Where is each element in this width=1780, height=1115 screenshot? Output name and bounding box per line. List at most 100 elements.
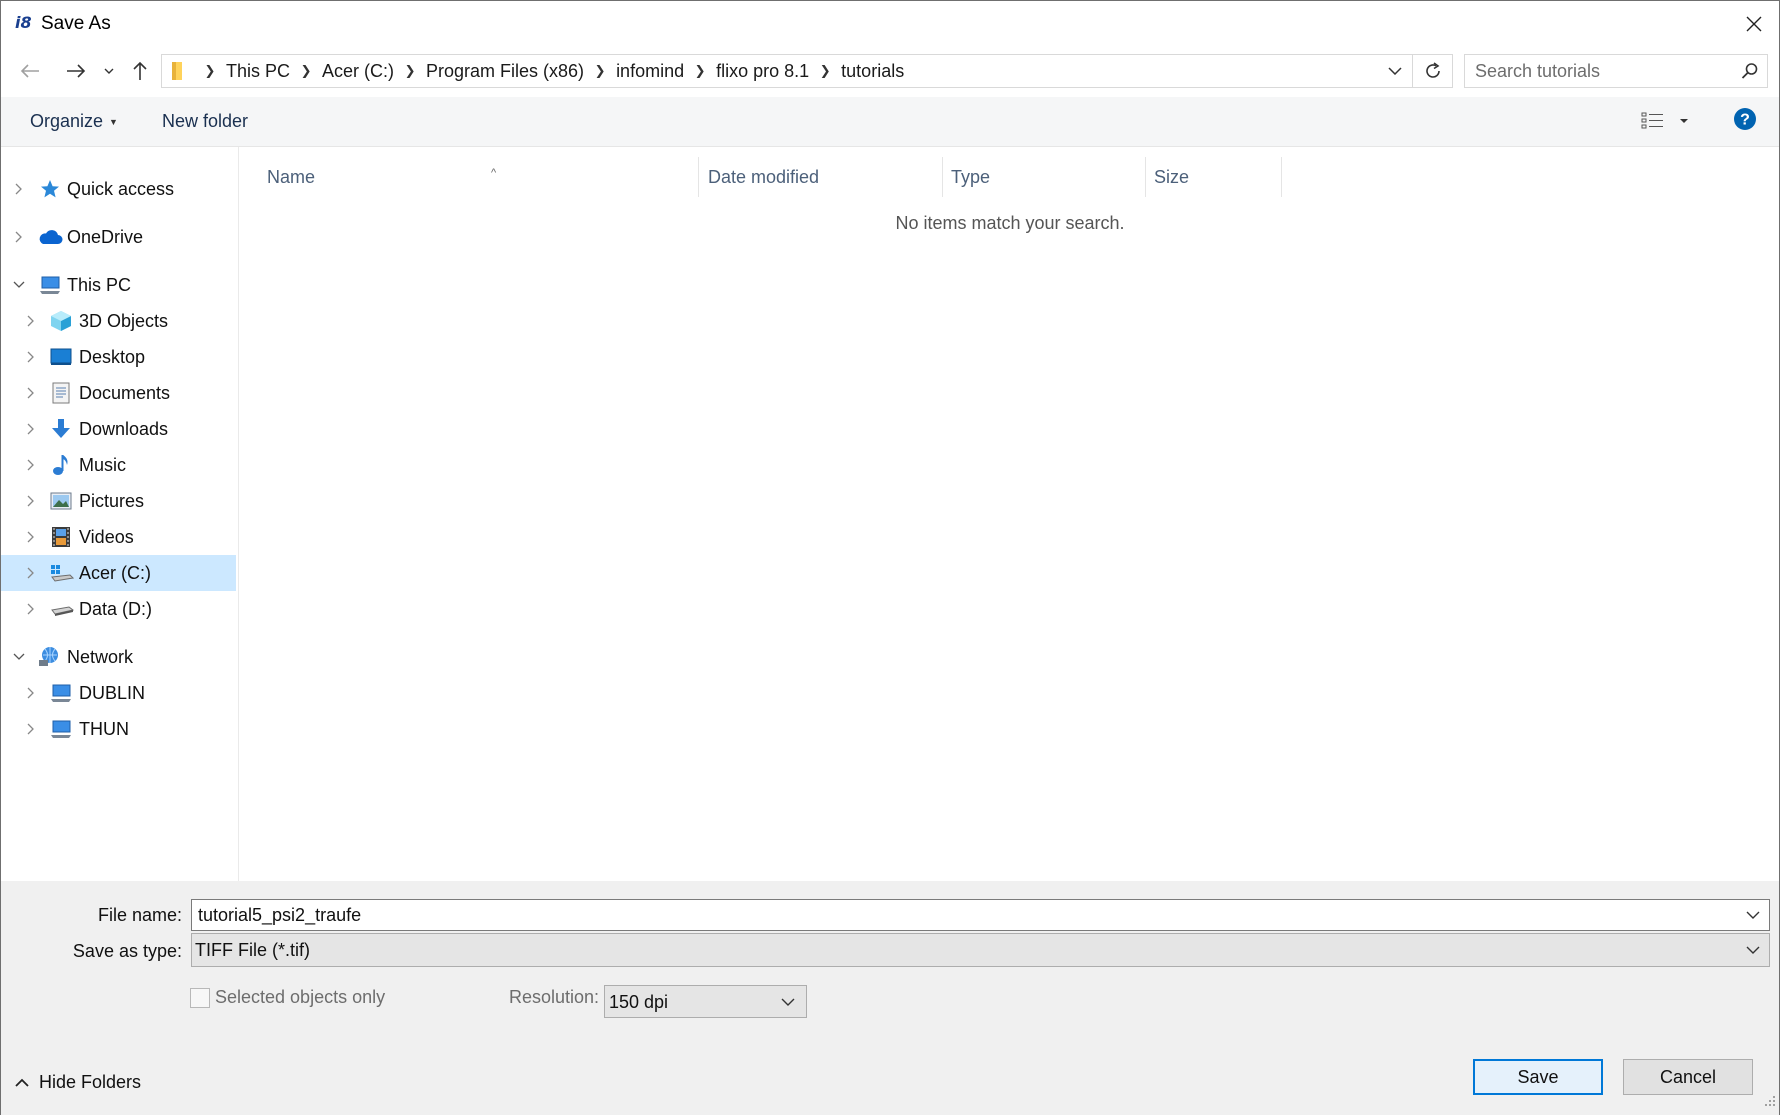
search-input[interactable] [1475, 59, 1725, 83]
chevron-right-icon[interactable] [12, 230, 26, 244]
chevron-right-icon[interactable] [24, 494, 38, 508]
breadcrumb-item[interactable]: tutorials [839, 61, 906, 82]
sidebar-item-data-d[interactable]: Data (D:) [1, 591, 236, 627]
sidebar-item-thun[interactable]: THUN [1, 711, 236, 747]
film-icon [50, 526, 72, 548]
chevron-down-icon[interactable] [12, 650, 26, 664]
breadcrumb-separator-icon[interactable]: ❯ [586, 63, 614, 79]
recent-locations-button[interactable] [97, 55, 121, 87]
forward-button[interactable] [61, 55, 91, 87]
arrow-up-icon [133, 61, 147, 80]
column-header-size[interactable]: Size [1146, 157, 1282, 197]
sidebar-item-onedrive[interactable]: OneDrive [1, 219, 236, 255]
document-icon [50, 382, 72, 404]
sidebar-item-dublin[interactable]: DUBLIN [1, 675, 236, 711]
column-header-label: Name [267, 167, 316, 187]
file-list: ^ Name Date modified Type Size No items … [240, 147, 1779, 881]
breadcrumb: ❯ This PC ❯ Acer (C:) ❯ Program Files (x86) ❯ i… [196, 55, 906, 87]
sidebar-item-label: This PC [67, 274, 132, 295]
breadcrumb-separator-icon[interactable]: ❯ [686, 63, 714, 79]
search-icon[interactable] [1741, 62, 1759, 85]
windows-drive-icon [50, 562, 74, 584]
new-folder-button[interactable]: New folder [162, 97, 248, 145]
save-as-type-select[interactable]: TIFF File (*.tif) [191, 933, 1770, 967]
chevron-right-icon[interactable] [24, 722, 38, 736]
sidebar-item-3d-objects[interactable]: 3D Objects [1, 303, 236, 339]
chevron-down-icon[interactable] [1743, 900, 1763, 930]
empty-message: No items match your search. [895, 213, 1125, 233]
breadcrumb-separator-icon[interactable]: ❯ [292, 63, 320, 79]
sidebar-item-music[interactable]: Music [1, 447, 236, 483]
sidebar-item-pictures[interactable]: Pictures [1, 483, 236, 519]
cancel-button[interactable]: Cancel [1623, 1059, 1753, 1095]
column-header-label: Date modified [708, 167, 820, 187]
search-box[interactable] [1464, 54, 1768, 88]
sort-ascending-icon: ^ [491, 167, 497, 179]
refresh-button[interactable] [1412, 55, 1452, 87]
desktop-icon [50, 346, 72, 368]
column-header-date-modified[interactable]: Date modified [700, 157, 943, 197]
computer-icon [50, 682, 72, 704]
column-header-name[interactable]: ^ Name [259, 157, 699, 197]
sidebar-item-documents[interactable]: Documents [1, 375, 236, 411]
chevron-right-icon[interactable] [24, 386, 38, 400]
chevron-right-icon[interactable] [24, 566, 38, 580]
address-history-dropdown[interactable] [1382, 55, 1408, 87]
chevron-right-icon[interactable] [24, 602, 38, 616]
save-as-type-value: TIFF File (*.tif) [195, 940, 310, 960]
chevron-right-icon[interactable] [24, 350, 38, 364]
chevron-right-icon[interactable] [12, 182, 26, 196]
sidebar-item-label: Acer (C:) [79, 562, 151, 583]
help-button[interactable]: ? [1733, 107, 1757, 136]
save-button[interactable]: Save [1473, 1059, 1603, 1095]
chevron-down-icon[interactable] [778, 986, 798, 1017]
breadcrumb-separator-icon[interactable]: ❯ [811, 63, 839, 79]
sidebar-item-videos[interactable]: Videos [1, 519, 236, 555]
chevron-right-icon[interactable] [24, 686, 38, 700]
breadcrumb-item[interactable]: Program Files (x86) [424, 61, 586, 82]
chevron-right-icon[interactable] [24, 530, 38, 544]
breadcrumb-item[interactable]: infomind [614, 61, 686, 82]
breadcrumb-separator-icon[interactable]: ❯ [196, 63, 224, 79]
column-header-label: Type [951, 167, 991, 187]
column-header-label: Size [1154, 167, 1190, 187]
breadcrumb-item[interactable]: flixo pro 8.1 [714, 61, 811, 82]
new-folder-label: New folder [162, 111, 249, 131]
chevron-right-icon[interactable] [24, 422, 38, 436]
command-bar: Organize ▼ New folder [1, 97, 1779, 147]
chevron-down-icon[interactable] [1743, 934, 1763, 966]
address-bar[interactable]: ❯ This PC ❯ Acer (C:) ❯ Program Files (x86) ❯ i… [161, 54, 1453, 88]
sidebar-item-label: Desktop [79, 346, 146, 367]
close-button[interactable] [1729, 1, 1779, 47]
change-view-button[interactable] [1641, 107, 1697, 135]
back-button[interactable] [15, 55, 45, 87]
chevron-down-icon[interactable] [12, 278, 26, 292]
resolution-select[interactable]: 150 dpi [604, 985, 807, 1018]
breadcrumb-item[interactable]: Acer (C:) [320, 61, 396, 82]
breadcrumb-separator-icon[interactable]: ❯ [396, 63, 424, 79]
close-icon [1746, 16, 1762, 32]
picture-icon [50, 490, 72, 512]
sidebar-item-this-pc[interactable]: This PC [1, 267, 236, 303]
sidebar-item-network[interactable]: Network [1, 639, 236, 675]
navigation-pane: Quick access OneDrive This PC 3D Objects… [1, 147, 239, 881]
sidebar-item-label: OneDrive [67, 226, 144, 247]
column-header-type[interactable]: Type [943, 157, 1146, 197]
resize-grip-icon[interactable] [1764, 1094, 1776, 1112]
sidebar-item-acer-c[interactable]: Acer (C:) [1, 555, 236, 591]
organize-button[interactable]: Organize ▼ [30, 97, 118, 145]
sidebar-item-quick-access[interactable]: Quick access [1, 171, 236, 207]
arrow-right-icon [67, 64, 86, 78]
up-button[interactable] [125, 55, 155, 87]
chevron-right-icon[interactable] [24, 314, 38, 328]
arrow-left-icon [20, 64, 39, 78]
sidebar-item-downloads[interactable]: Downloads [1, 411, 236, 447]
hide-folders-button[interactable]: Hide Folders [15, 1069, 141, 1095]
file-name-input[interactable] [198, 903, 1718, 927]
breadcrumb-item[interactable]: This PC [224, 61, 292, 82]
file-name-label: File name: [97, 905, 182, 925]
selected-objects-only-checkbox[interactable] [190, 988, 210, 1008]
sidebar-item-desktop[interactable]: Desktop [1, 339, 236, 375]
chevron-right-icon[interactable] [24, 458, 38, 472]
file-name-combobox[interactable] [191, 899, 1770, 931]
